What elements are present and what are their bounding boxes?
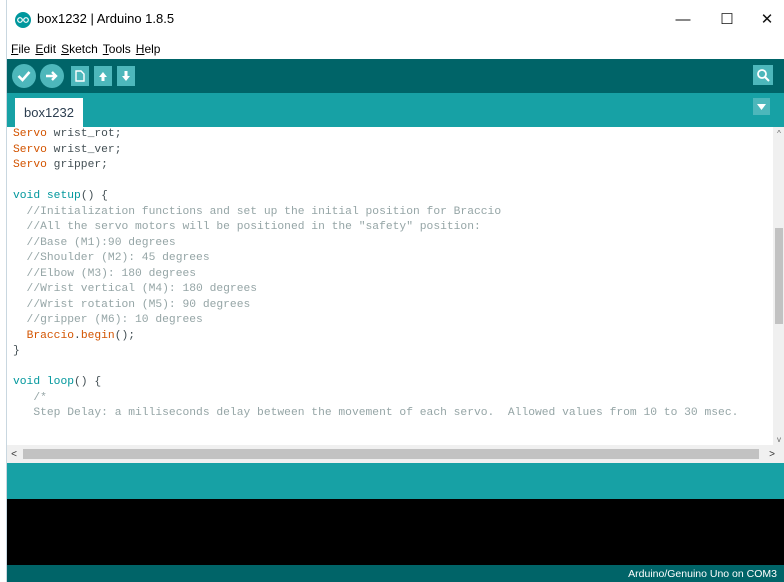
menu-tools[interactable]: Tools bbox=[103, 39, 131, 59]
code-line: //Base (M1):90 degrees bbox=[13, 236, 773, 252]
code-token: //gripper (M6): 10 degrees bbox=[13, 314, 203, 326]
serial-monitor-icon bbox=[757, 69, 770, 82]
triangle-down-icon bbox=[757, 103, 766, 110]
status-bar: Arduino/Genuino Uno on COM3 bbox=[7, 565, 784, 582]
code-token: Servo bbox=[13, 128, 47, 140]
code-token: //Wrist vertical (M4): 180 degrees bbox=[13, 283, 258, 295]
code-token: . bbox=[74, 329, 81, 342]
close-button[interactable]: ✕ bbox=[747, 6, 784, 32]
menu-sketch[interactable]: Sketch bbox=[61, 39, 98, 59]
code-token: /* bbox=[13, 391, 47, 404]
upload-button[interactable] bbox=[40, 64, 64, 88]
code-token: } bbox=[13, 345, 20, 357]
code-editor[interactable]: Servo wrist_rot; Servo wrist_ver; Servo gr… bbox=[7, 127, 773, 445]
open-icon bbox=[99, 72, 107, 81]
arduino-ide-window: box1232 | Arduino 1.8.5 — ☐ ✕ File Edit … bbox=[6, 0, 784, 582]
code-token: void bbox=[13, 376, 41, 388]
scroll-left-icon[interactable]: < bbox=[7, 445, 21, 463]
code-token: //All the servo motors will be positione… bbox=[13, 221, 481, 233]
code-line: void loop() { bbox=[13, 375, 773, 391]
code-line: //All the servo motors will be positione… bbox=[13, 220, 773, 236]
code-line: /* bbox=[13, 391, 773, 407]
code-line: //Wrist rotation (M5): 90 degrees bbox=[13, 298, 773, 314]
code-line: Servo wrist_ver; bbox=[13, 143, 773, 159]
code-token: wrist_ver; bbox=[46, 143, 122, 156]
horizontal-scroll-thumb[interactable] bbox=[23, 449, 759, 459]
code-token: Step Delay: a milliseconds delay between… bbox=[13, 407, 739, 419]
message-area bbox=[7, 463, 784, 499]
code-token: //Initialization functions and set up th… bbox=[13, 205, 502, 218]
menu-bar: File Edit Sketch Tools Help bbox=[7, 39, 784, 59]
code-line: Step Delay: a milliseconds delay between… bbox=[13, 406, 773, 422]
window-title: box1232 | Arduino 1.8.5 bbox=[37, 11, 175, 26]
new-icon bbox=[75, 70, 85, 82]
save-icon bbox=[122, 71, 130, 81]
code-token: //Shoulder (M2): 45 degrees bbox=[13, 252, 210, 264]
board-port-status: Arduino/Genuino Uno on COM3 bbox=[628, 568, 777, 580]
toolbar bbox=[7, 59, 784, 93]
code-line: void setup() { bbox=[13, 189, 773, 205]
arduino-logo-icon bbox=[15, 12, 31, 28]
minimize-button[interactable]: — bbox=[663, 6, 703, 32]
tab-box1232[interactable]: box1232 bbox=[15, 98, 83, 127]
save-button[interactable] bbox=[117, 66, 135, 86]
vertical-scroll-thumb[interactable] bbox=[775, 228, 783, 324]
verify-button[interactable] bbox=[12, 64, 36, 88]
code-line: //Shoulder (M2): 45 degrees bbox=[13, 251, 773, 267]
code-line: Servo gripper; bbox=[13, 158, 773, 174]
code-token: begin bbox=[80, 329, 115, 342]
title-bar: box1232 | Arduino 1.8.5 — ☐ ✕ bbox=[7, 0, 784, 38]
upload-icon bbox=[46, 71, 58, 81]
code-token: () { bbox=[74, 376, 102, 388]
code-token: wrist_rot; bbox=[46, 128, 122, 140]
tab-menu-button[interactable] bbox=[753, 98, 770, 115]
code-token: Servo bbox=[13, 143, 47, 156]
open-button[interactable] bbox=[94, 66, 112, 86]
code-token: gripper; bbox=[46, 159, 108, 171]
code-token: (); bbox=[114, 329, 136, 342]
menu-help[interactable]: Help bbox=[136, 39, 161, 59]
scroll-down-icon[interactable]: v bbox=[773, 433, 784, 445]
serial-monitor-button[interactable] bbox=[753, 65, 773, 85]
code-token: Braccio bbox=[26, 329, 75, 342]
code-line: Braccio.begin(); bbox=[13, 329, 773, 345]
code-line: //Elbow (M3): 180 degrees bbox=[13, 267, 773, 283]
code-line: Servo wrist_rot; bbox=[13, 127, 773, 143]
code-token: loop bbox=[46, 376, 75, 388]
horizontal-scrollbar[interactable]: < > bbox=[7, 445, 784, 463]
menu-edit[interactable]: Edit bbox=[35, 39, 56, 59]
code-line: } bbox=[13, 344, 773, 360]
code-line: //Wrist vertical (M4): 180 degrees bbox=[13, 282, 773, 298]
new-sketch-button[interactable] bbox=[71, 66, 89, 86]
vertical-scrollbar[interactable]: ^ v bbox=[773, 127, 784, 445]
console-output[interactable] bbox=[7, 499, 784, 565]
scroll-up-icon[interactable]: ^ bbox=[773, 127, 784, 139]
scroll-right-icon[interactable]: > bbox=[765, 445, 779, 463]
code-token: //Wrist rotation (M5): 90 degrees bbox=[13, 298, 251, 311]
code-token: setup bbox=[46, 190, 81, 202]
code-token: () { bbox=[80, 190, 108, 202]
code-token: //Elbow (M3): 180 degrees bbox=[13, 267, 197, 280]
code-token: Servo bbox=[13, 159, 47, 171]
code-token: void bbox=[13, 190, 41, 202]
code-line: //gripper (M6): 10 degrees bbox=[13, 313, 773, 329]
code-line: //Initialization functions and set up th… bbox=[13, 205, 773, 221]
tab-strip: box1232 bbox=[7, 93, 784, 127]
maximize-button[interactable]: ☐ bbox=[707, 6, 747, 32]
verify-icon bbox=[17, 71, 31, 82]
menu-file[interactable]: File bbox=[11, 39, 30, 59]
code-text: Servo wrist_rot; Servo wrist_ver; Servo gr… bbox=[7, 127, 773, 422]
code-token: //Base (M1):90 degrees bbox=[13, 236, 176, 249]
